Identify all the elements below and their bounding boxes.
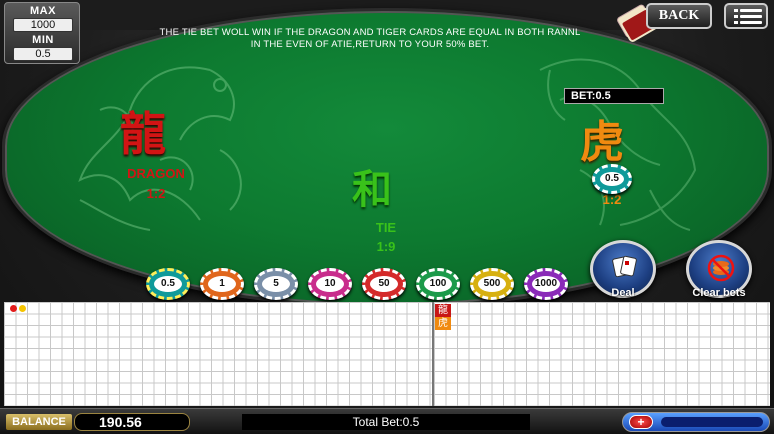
min-value: 0.5 [13,47,73,61]
balance-value: 190.56 [74,413,190,431]
tie-label: TIE [375,220,397,235]
chip-100[interactable]: 100 [416,268,460,300]
menu-button[interactable] [724,3,768,29]
notice-line-1: THE TIE BET WOLL WIN IF THE DRAGON AND T… [159,27,581,38]
chip-1000[interactable]: 1000 [524,268,568,300]
max-value: 1000 [13,18,73,32]
notice-line-2: IN THE EVEN OF ATIE,RETURN TO YOUR 50% B… [250,39,490,50]
bet-limits-panel: MAX 1000 MIN 0.5 [4,2,80,64]
chip-5[interactable]: 5 [254,268,298,300]
bottom-bar: BALANCE 190.56 Total Bet:0.5 + [0,408,774,434]
current-bet-display: BET:0.5 [564,88,664,104]
yellow-dot-icon [19,305,26,312]
tie-character: 和 [352,166,392,213]
red-dot-icon [10,305,17,312]
no-chips-icon [707,254,735,282]
min-label: MIN [32,34,54,46]
tiger-payout: 1:2 [602,192,622,207]
chip-value: 10 [316,276,344,292]
total-bet-display: Total Bet:0.5 [242,414,530,430]
chip-value: 0.5 [154,276,182,292]
balance-label: BALANCE [6,414,72,430]
tiger-character: 虎 [580,117,624,168]
chip-value: 50 [370,276,398,292]
chip-10[interactable]: 10 [308,268,352,300]
deal-label: Deal [611,287,635,299]
chip-value: 5 [262,276,290,292]
dragon-marker: 龍 [435,304,451,317]
roadmap-marker: 龍 虎 [435,304,451,330]
volume-track[interactable] [661,417,763,427]
back-button[interactable]: BACK [646,3,712,29]
volume-control[interactable]: + [622,412,770,432]
rules-notice: THE TIE BET WOLL WIN IF THE DRAGON AND T… [130,27,610,51]
chip-value: 500 [478,276,506,292]
dragon-label: DRAGON [127,166,185,181]
cards-icon [612,255,637,278]
placed-chip[interactable]: 0.5 [592,164,632,194]
chip-1[interactable]: 1 [200,268,244,300]
chip-value: 100 [424,276,452,292]
max-label: MAX [30,5,56,17]
big-road-grid [434,302,770,406]
tie-payout: 1:9 [376,239,396,254]
chip-50[interactable]: 50 [362,268,406,300]
chip-value: 1 [208,276,236,292]
roadmap-board: 龍 虎 [4,302,770,406]
dragon-character: 龍 [120,107,166,161]
plus-button[interactable]: + [629,415,653,429]
chip-value: 1000 [532,276,560,292]
tiger-marker: 虎 [435,317,451,330]
game-stage: MAX 1000 MIN 0.5 THE TIE BET WOLL WIN IF… [0,0,774,434]
clear-bets-label: Clear bets [692,287,746,299]
chip-500[interactable]: 500 [470,268,514,300]
bead-road-grid [4,302,432,406]
dragon-payout: 1:2 [146,186,166,201]
chip-0.5[interactable]: 0.5 [146,268,190,300]
